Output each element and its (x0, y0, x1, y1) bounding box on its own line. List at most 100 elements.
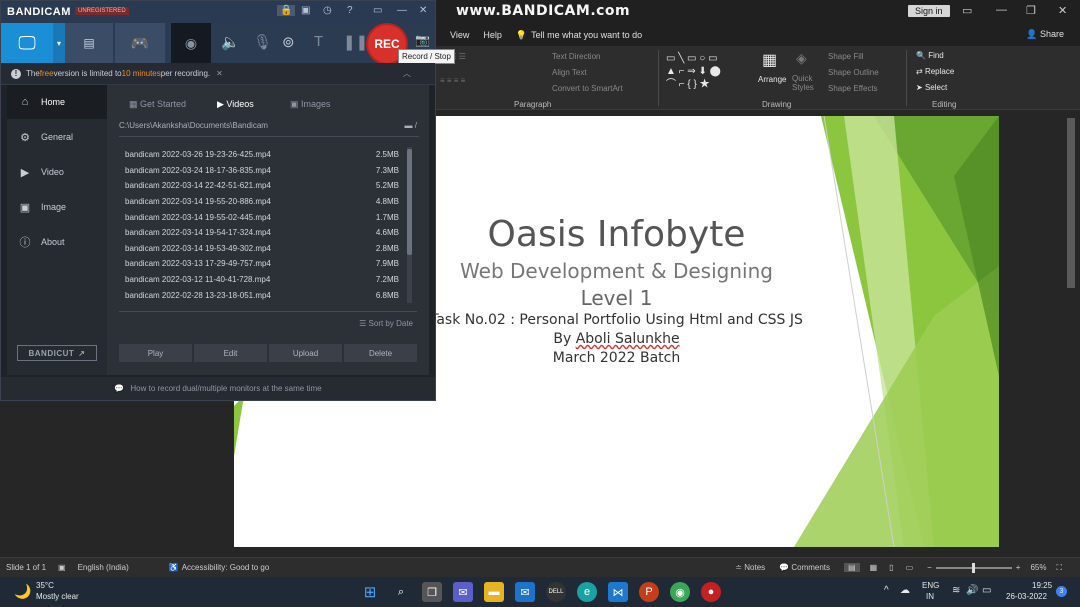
list-item[interactable]: bandicam 2022-03-14 19-55-20-886.mp4 4.8M… (119, 194, 411, 210)
zoom-in-icon[interactable]: + (1016, 563, 1021, 572)
align-icons[interactable]: ≡ ≡ ≡ ≡ (440, 76, 465, 85)
text-overlay-icon[interactable]: T (314, 33, 323, 50)
lang-bottom[interactable]: IN (926, 592, 934, 601)
select-button[interactable]: ➤ Select (916, 83, 947, 92)
dell-icon[interactable]: DELL (546, 582, 566, 602)
tell-me-box[interactable]: Tell me what you want to do (531, 30, 642, 40)
tray-chevron-icon[interactable]: ^ (884, 585, 889, 596)
list-item[interactable]: bandicam 2022-03-13 17-29-49-757.mp4 7.9M… (119, 256, 411, 272)
play-button[interactable]: Play (119, 344, 192, 362)
wifi-icon[interactable]: ≋ (952, 585, 960, 596)
minimize-icon[interactable]: — (996, 4, 1007, 16)
lock-icon[interactable]: 🔒 (277, 5, 296, 16)
teams-chat-icon[interactable]: ✉ (453, 582, 473, 602)
notice-limit[interactable]: 10 minutes (122, 69, 161, 78)
weather-temp[interactable]: 35°C (36, 581, 54, 590)
edge-icon[interactable]: e (577, 582, 597, 602)
slideshow-icon[interactable]: ▭ (906, 563, 914, 572)
search-icon[interactable]: ⌕ (391, 582, 411, 602)
minimize-icon[interactable]: — (397, 5, 407, 16)
collapse-icon[interactable]: ▭ (373, 5, 382, 16)
fit-slide-icon[interactable]: ⛶ (1056, 563, 1062, 573)
list-item[interactable]: bandicam 2022-03-24 18-17-36-835.mp4 7.3M… (119, 163, 411, 179)
text-direction-button[interactable]: Text Direction (552, 52, 600, 61)
file-explorer-icon[interactable]: ▬ (484, 582, 504, 602)
shape-effects-button[interactable]: Shape Effects (828, 84, 878, 93)
notice-close-icon[interactable]: ✕ (216, 69, 223, 78)
spell-check-icon[interactable]: ▣ (58, 563, 66, 572)
normal-view-icon[interactable]: ▤ (844, 563, 860, 572)
arrange-button[interactable]: Arrange (758, 75, 786, 84)
cursor-effect-icon[interactable]: ⊚ (282, 33, 295, 51)
sidebar-item-general[interactable]: ⚙ General (7, 120, 107, 154)
close-icon[interactable]: ✕ (419, 5, 427, 16)
volume-icon[interactable]: 🔊 (966, 585, 978, 596)
list-item[interactable]: bandicam 2022-03-26 19-23-26-425.mp4 2.5M… (119, 147, 411, 163)
zoom-slider[interactable] (935, 562, 1012, 573)
restore-icon[interactable]: ❐ (1026, 4, 1036, 17)
sort-button[interactable]: ☰ Sort by Date (359, 319, 413, 328)
shape-outline-button[interactable]: Shape Outline (828, 68, 879, 77)
upload-button[interactable]: Upload (269, 344, 342, 362)
tab-get-started[interactable]: ▦ Get Started (129, 99, 186, 110)
list-item[interactable]: bandicam 2022-02-28 13-23-18-051.mp4 6.8M… (119, 287, 411, 303)
notice-collapse-icon[interactable]: ︿ (403, 68, 411, 79)
bandicam-footer[interactable]: 💬 How to record dual/multiple monitors a… (1, 377, 435, 400)
sidebar-item-home[interactable]: ⌂ Home (7, 85, 107, 119)
convert-smartart-button[interactable]: Convert to SmartArt (552, 84, 623, 93)
pause-icon[interactable]: ❚❚ (343, 33, 368, 51)
zoom-level[interactable]: 65% (1030, 563, 1046, 572)
battery-icon[interactable]: ▭ (982, 585, 991, 596)
ribbon-display-icon[interactable]: ▭ (962, 4, 972, 17)
notice-free[interactable]: free (40, 69, 54, 78)
reading-view-icon[interactable]: ▯ (889, 563, 893, 572)
close-icon[interactable]: ✕ (1058, 4, 1067, 17)
list-item[interactable]: bandicam 2022-03-14 19-54-17-324.mp4 4.6M… (119, 225, 411, 241)
clock-time[interactable]: 19:25 (1032, 581, 1052, 590)
file-list-scrollbar[interactable] (407, 147, 412, 303)
screen-mode-button[interactable]: 🖵 (1, 23, 53, 63)
notes-button[interactable]: ≐ Notes (735, 563, 765, 572)
help-icon[interactable]: ? (347, 5, 353, 16)
vscode-icon[interactable]: ⋈ (608, 582, 628, 602)
footer-tip[interactable]: How to record dual/multiple monitors at … (130, 384, 321, 393)
mail-icon[interactable]: ✉ (515, 582, 535, 602)
game-mode-button[interactable]: 🎮 (115, 23, 165, 63)
screen-mode-dropdown[interactable]: ▾ (53, 23, 65, 63)
camera-icon[interactable]: 📷 (415, 33, 430, 47)
replace-button[interactable]: ⇄ Replace (916, 67, 954, 76)
tab-videos[interactable]: ▶ Videos (217, 99, 254, 110)
list-item[interactable]: bandicam 2022-03-12 11-40-41-728.mp4 7.2M… (119, 272, 411, 288)
sidebar-item-video[interactable]: ▶ Video (7, 155, 107, 189)
find-button[interactable]: 🔍 Find (916, 51, 944, 60)
align-text-button[interactable]: Align Text (552, 68, 587, 77)
lang-top[interactable]: ENG (922, 581, 939, 590)
shape-fill-button[interactable]: Shape Fill (828, 52, 864, 61)
cloud-icon[interactable]: ☁ (900, 585, 910, 596)
sign-in-button[interactable]: Sign in (908, 5, 950, 17)
clock-date[interactable]: 26-03-2022 (1006, 592, 1047, 601)
microphone-icon[interactable]: 🎙 (253, 33, 272, 51)
bandicut-button[interactable]: BANDICUT ↗ (17, 345, 97, 361)
speaker-icon[interactable]: 🔈 (221, 33, 240, 51)
folder-icon[interactable]: ▣ (301, 5, 310, 16)
delete-button[interactable]: Delete (344, 344, 417, 362)
sidebar-item-image[interactable]: ▣ Image (7, 190, 107, 224)
zoom-out-icon[interactable]: − (927, 563, 932, 572)
open-folder-icon[interactable]: ▬ / (405, 121, 417, 130)
comments-button[interactable]: 💬 Comments (779, 563, 830, 572)
list-item[interactable]: bandicam 2022-03-14 22-42-51-621.mp4 5.2M… (119, 178, 411, 194)
weather-desc[interactable]: Mostly clear (36, 592, 79, 601)
tab-images[interactable]: ▣ Images (290, 99, 331, 110)
clock-icon[interactable]: ◷ (323, 5, 332, 16)
accessibility-status[interactable]: Accessibility: Good to go (182, 563, 270, 572)
task-view-icon[interactable]: ❐ (422, 582, 442, 602)
menu-view[interactable]: View (450, 30, 469, 40)
share-button[interactable]: 👤 Share (1026, 29, 1064, 40)
bandicam-taskbar-icon[interactable]: ● (701, 582, 721, 602)
powerpoint-icon[interactable]: P (639, 582, 659, 602)
list-item[interactable]: bandicam 2022-03-14 19-55-02-445.mp4 1.7M… (119, 209, 411, 225)
chrome-icon[interactable]: ◉ (670, 582, 690, 602)
webcam-button[interactable]: ◉ (171, 23, 211, 63)
slide-sorter-icon[interactable]: ▦ (870, 563, 878, 572)
